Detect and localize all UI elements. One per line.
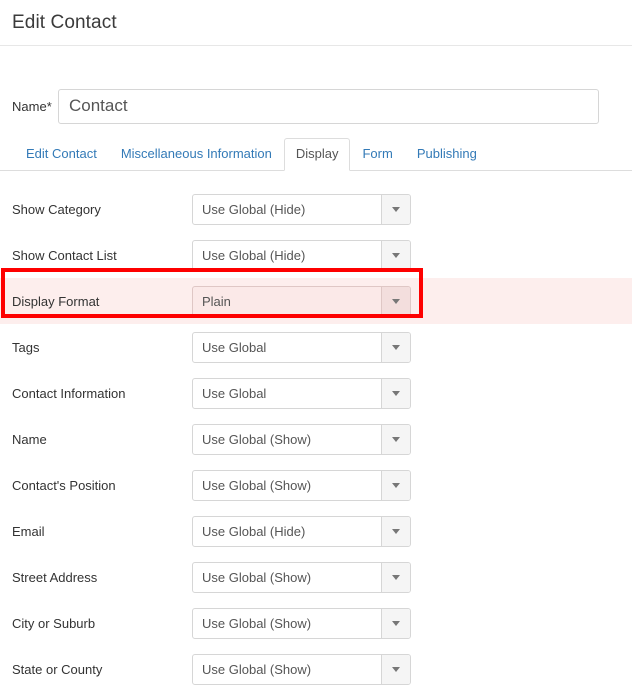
select-display-format[interactable]: Plain bbox=[192, 285, 411, 317]
tab-form[interactable]: Form bbox=[350, 138, 404, 171]
select-value: Use Global (Show) bbox=[202, 661, 312, 677]
select-toggle-button[interactable] bbox=[381, 424, 410, 454]
field-label: City or Suburb bbox=[12, 615, 96, 631]
select-contact-information[interactable]: Use Global bbox=[192, 377, 411, 409]
name-field-row: Name* bbox=[0, 88, 632, 124]
field-row-email: Email Use Global (Hide) bbox=[0, 508, 632, 554]
select-toggle-button[interactable] bbox=[381, 240, 410, 270]
select-value: Use Global (Hide) bbox=[202, 201, 306, 217]
chevron-down-icon bbox=[392, 206, 400, 212]
chevron-down-icon bbox=[392, 666, 400, 672]
field-row-state-or-county: State or County Use Global (Show) bbox=[0, 646, 632, 692]
select-value: Plain bbox=[202, 293, 231, 309]
tab-bar: Edit Contact Miscellaneous Information D… bbox=[0, 138, 632, 171]
select-toggle-button[interactable] bbox=[381, 194, 410, 224]
tab-publishing[interactable]: Publishing bbox=[405, 138, 489, 171]
select-value: Use Global (Show) bbox=[202, 569, 312, 585]
chevron-down-icon bbox=[392, 344, 400, 350]
chevron-down-icon bbox=[392, 620, 400, 626]
field-row-contact-information: Contact Information Use Global bbox=[0, 370, 632, 416]
select-name[interactable]: Use Global (Show) bbox=[192, 423, 411, 455]
chevron-down-icon bbox=[392, 298, 400, 304]
select-value: Use Global bbox=[202, 339, 267, 355]
select-state-or-county[interactable]: Use Global (Show) bbox=[192, 653, 411, 685]
field-row-show-contact-list: Show Contact List Use Global (Hide) bbox=[0, 232, 632, 278]
select-value: Use Global (Show) bbox=[202, 431, 312, 447]
chevron-down-icon bbox=[392, 482, 400, 488]
field-row-contacts-position: Contact's Position Use Global (Show) bbox=[0, 462, 632, 508]
tab-display[interactable]: Display bbox=[283, 138, 351, 171]
select-value: Use Global (Show) bbox=[202, 615, 312, 631]
name-label-text: Name bbox=[12, 98, 47, 114]
select-toggle-button[interactable] bbox=[381, 286, 410, 316]
select-value: Use Global bbox=[202, 385, 267, 401]
select-show-category[interactable]: Use Global (Hide) bbox=[192, 193, 411, 225]
field-row-street-address: Street Address Use Global (Show) bbox=[0, 554, 632, 600]
select-street-address[interactable]: Use Global (Show) bbox=[192, 561, 411, 593]
field-label: Show Contact List bbox=[12, 247, 117, 263]
name-field-label: Name* bbox=[0, 99, 58, 114]
select-toggle-button[interactable] bbox=[381, 654, 410, 684]
select-toggle-button[interactable] bbox=[381, 608, 410, 638]
field-label: Show Category bbox=[12, 201, 101, 217]
select-email[interactable]: Use Global (Hide) bbox=[192, 515, 411, 547]
select-value: Use Global (Show) bbox=[202, 477, 312, 493]
select-toggle-button[interactable] bbox=[381, 378, 410, 408]
select-toggle-button[interactable] bbox=[381, 516, 410, 546]
select-city-or-suburb[interactable]: Use Global (Show) bbox=[192, 607, 411, 639]
field-row-tags: Tags Use Global bbox=[0, 324, 632, 370]
select-toggle-button[interactable] bbox=[381, 332, 410, 362]
field-row-show-category: Show Category Use Global (Hide) bbox=[0, 186, 632, 232]
select-value: Use Global (Hide) bbox=[202, 523, 306, 539]
select-value: Use Global (Hide) bbox=[202, 247, 306, 263]
field-label: Name bbox=[12, 431, 47, 447]
select-tags[interactable]: Use Global bbox=[192, 331, 411, 363]
chevron-down-icon bbox=[392, 436, 400, 442]
field-label: Display Format bbox=[12, 293, 100, 309]
field-row-city-or-suburb: City or Suburb Use Global (Show) bbox=[0, 600, 632, 646]
tab-edit-contact[interactable]: Edit Contact bbox=[14, 138, 109, 171]
page-header: Edit Contact bbox=[0, 0, 632, 46]
field-label: State or County bbox=[12, 661, 103, 677]
field-row-display-format: Display Format Plain bbox=[0, 278, 632, 324]
chevron-down-icon bbox=[392, 252, 400, 258]
field-label: Street Address bbox=[12, 569, 98, 585]
field-label: Contact Information bbox=[12, 385, 126, 401]
chevron-down-icon bbox=[392, 574, 400, 580]
required-marker: * bbox=[46, 98, 52, 114]
name-input[interactable] bbox=[58, 88, 599, 124]
field-label: Email bbox=[12, 523, 45, 539]
tab-miscellaneous-information[interactable]: Miscellaneous Information bbox=[109, 138, 284, 171]
select-toggle-button[interactable] bbox=[381, 562, 410, 592]
page-title: Edit Contact bbox=[12, 12, 117, 33]
field-row-name: Name Use Global (Show) bbox=[0, 416, 632, 462]
chevron-down-icon bbox=[392, 528, 400, 534]
chevron-down-icon bbox=[392, 390, 400, 396]
field-label: Tags bbox=[12, 339, 40, 355]
field-label: Contact's Position bbox=[12, 477, 116, 493]
select-contacts-position[interactable]: Use Global (Show) bbox=[192, 469, 411, 501]
display-settings-form: Show Category Use Global (Hide) Show Con… bbox=[0, 186, 632, 692]
select-toggle-button[interactable] bbox=[381, 470, 410, 500]
select-show-contact-list[interactable]: Use Global (Hide) bbox=[192, 239, 411, 271]
